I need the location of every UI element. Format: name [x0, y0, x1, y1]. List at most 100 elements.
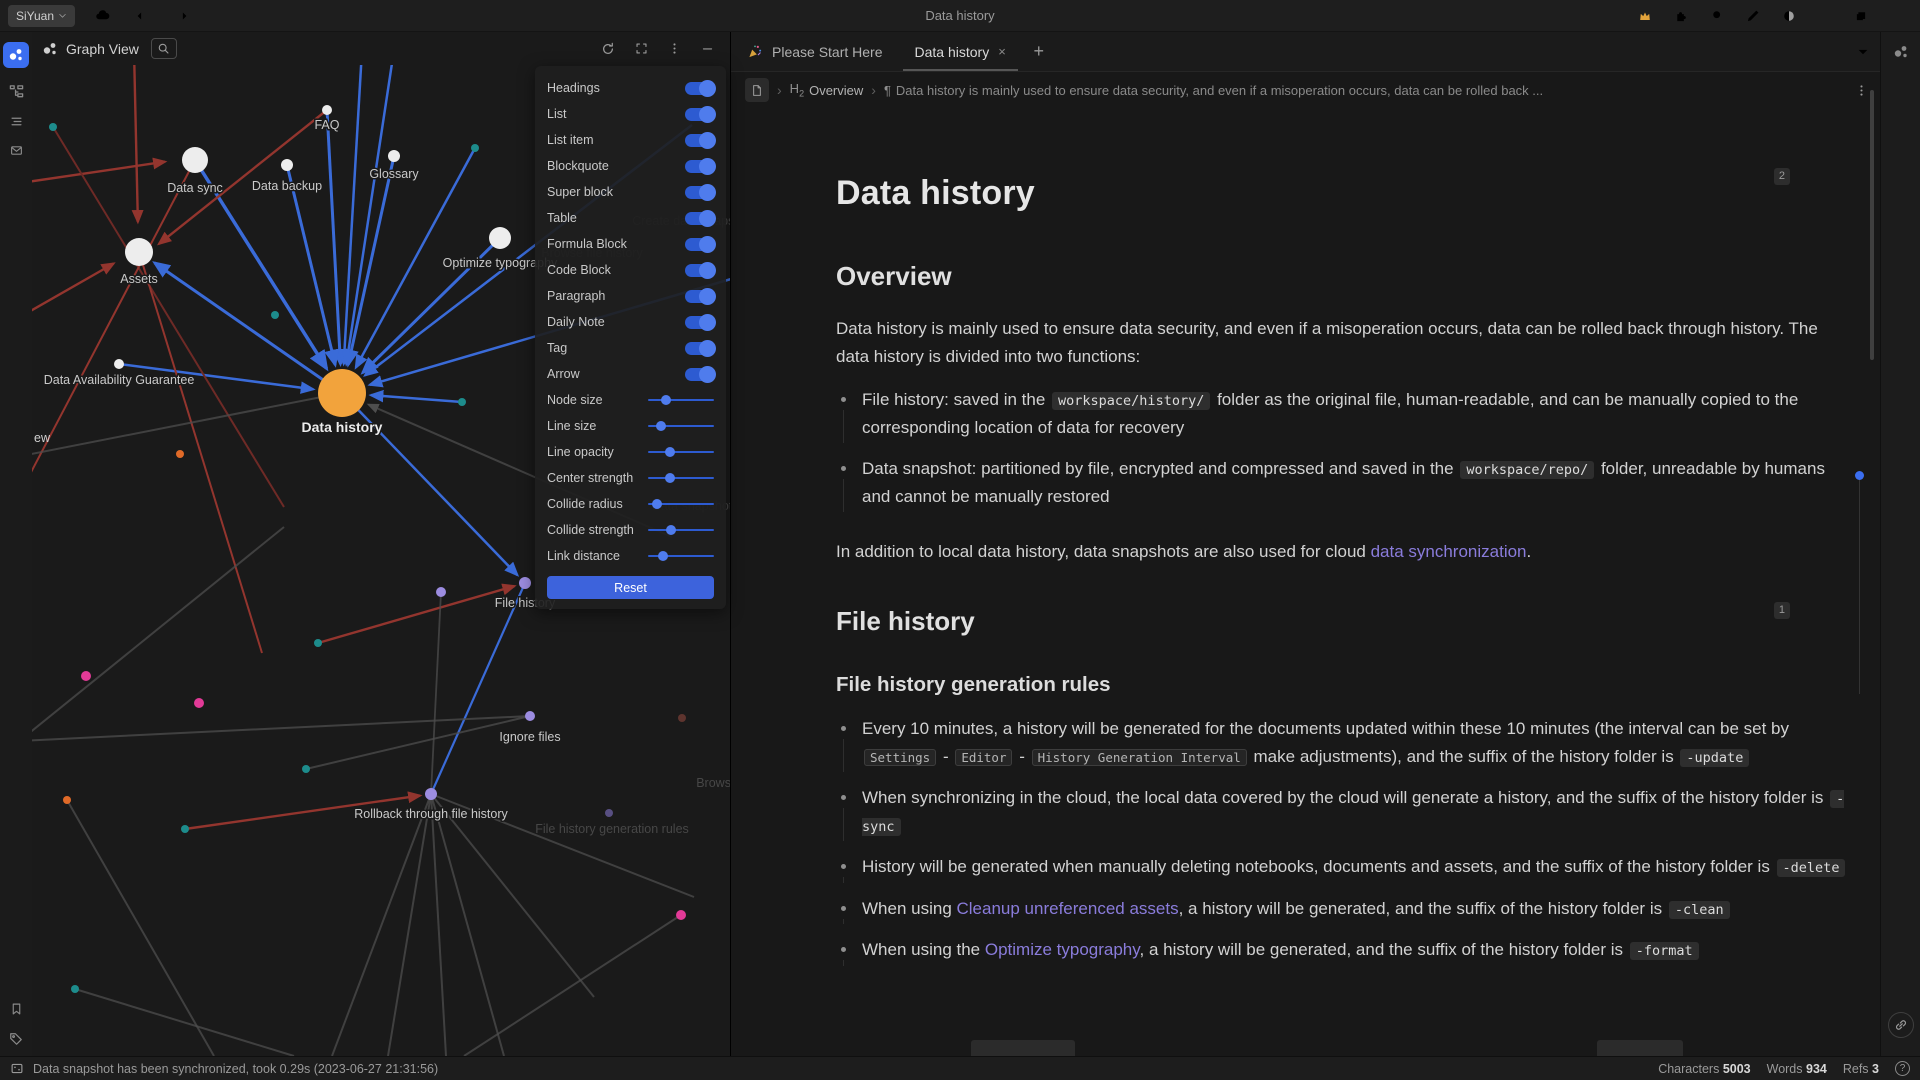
tab-data-history[interactable]: Data history× [899, 32, 1022, 71]
toggle-code-block[interactable] [685, 264, 714, 277]
graph-node-data-sync[interactable] [182, 147, 208, 173]
siyuan-menu-button[interactable]: SiYuan [8, 5, 75, 27]
forward-button[interactable] [169, 4, 195, 28]
graph-node-o2[interactable] [63, 796, 71, 804]
graph-node-t8[interactable] [71, 985, 79, 993]
graph-search-button[interactable] [151, 38, 177, 59]
new-tab-button[interactable]: + [1022, 32, 1056, 71]
graph-node-rd[interactable] [678, 714, 686, 722]
graph-node-t7[interactable] [181, 825, 189, 833]
doc-list-item[interactable]: Every 10 minutes, a history will be gene… [836, 715, 1848, 770]
reset-button[interactable]: Reset [547, 576, 714, 599]
tab-please-start-here[interactable]: Please Start Here [731, 32, 899, 71]
graph-node-ig[interactable] [525, 711, 535, 721]
breadcrumb-more-button[interactable] [1855, 84, 1868, 97]
toggle-list-item[interactable] [685, 134, 714, 147]
slider-knob[interactable] [658, 551, 668, 561]
graph-more-button[interactable] [668, 42, 681, 55]
slider-line-size[interactable] [648, 419, 714, 433]
graph-node-t3[interactable] [271, 311, 279, 319]
document-area[interactable]: Data history2 Overview Data history is mai… [731, 108, 1880, 1056]
toggle-table[interactable] [685, 212, 714, 225]
window-minimize-button[interactable] [1812, 4, 1838, 28]
dock-item-inbox[interactable] [9, 144, 24, 157]
dock-item-bookmark[interactable] [10, 1002, 23, 1016]
toggle-arrow[interactable] [685, 368, 714, 381]
graph-node-t1[interactable] [49, 123, 57, 131]
graph-refresh-button[interactable] [601, 42, 615, 56]
doc-link[interactable]: Optimize typography [985, 940, 1140, 959]
doc-list-item[interactable]: Data snapshot: partitioned by file, encr… [836, 455, 1848, 510]
doc-heading-block[interactable]: Overview [836, 255, 1848, 297]
doc-heading-block[interactable]: File history1 [836, 600, 1848, 642]
toggle-list[interactable] [685, 108, 714, 121]
ref-count-badge[interactable]: 2 [1774, 168, 1790, 185]
graph-node-rb[interactable] [425, 788, 437, 800]
breadcrumb-item[interactable]: ¶Data history is mainly used to ensure d… [884, 83, 1543, 98]
slider-line-opacity[interactable] [648, 445, 714, 459]
plugin-icon[interactable] [1668, 4, 1694, 28]
slider-knob[interactable] [656, 421, 666, 431]
slider-knob[interactable] [666, 525, 676, 535]
doc-paragraph-block[interactable]: In addition to local data history, data … [836, 538, 1848, 566]
graph-node-o1[interactable] [176, 450, 184, 458]
document-icon[interactable] [745, 78, 769, 102]
doc-heading-block[interactable]: File history generation rules [836, 668, 1848, 701]
doc-list-item[interactable]: When synchronizing in the cloud, the loc… [836, 784, 1848, 839]
graph-node-p1[interactable] [81, 671, 91, 681]
slider-collide-radius[interactable] [648, 497, 714, 511]
global-search-icon[interactable] [1704, 4, 1730, 28]
slider-center-strength[interactable] [648, 471, 714, 485]
toggle-formula-block[interactable] [685, 238, 714, 251]
slider-knob[interactable] [665, 473, 675, 483]
slider-node-size[interactable] [648, 393, 714, 407]
graph-node-faq[interactable] [322, 105, 332, 115]
doc-list-item[interactable]: History will be generated when manually … [836, 853, 1848, 881]
slider-knob[interactable] [652, 499, 662, 509]
slider-knob[interactable] [661, 395, 671, 405]
doc-heading-block[interactable]: Data history2 [836, 166, 1848, 221]
tab-close-button[interactable]: × [998, 44, 1006, 59]
graph-node-optimize[interactable] [489, 227, 511, 249]
theme-icon[interactable] [1776, 4, 1802, 28]
toggle-paragraph[interactable] [685, 290, 714, 303]
graph-node-p2[interactable] [194, 698, 204, 708]
dock-item-outline[interactable] [9, 115, 24, 128]
dock-item-graph[interactable] [3, 42, 29, 68]
doc-link[interactable]: Cleanup unreferenced assets [957, 899, 1179, 918]
graph-node-dag[interactable] [114, 359, 124, 369]
graph-node-t4[interactable] [458, 398, 466, 406]
scroll-indicator-dot[interactable] [1855, 471, 1864, 480]
doc-list-item[interactable]: When using the Optimize typography, a hi… [836, 936, 1848, 964]
doc-paragraph-block[interactable]: Data history is mainly used to ensure da… [836, 315, 1848, 370]
tab-list-chevron-button[interactable] [1856, 32, 1870, 71]
dock-item-tag[interactable] [9, 1032, 23, 1046]
slider-collide-strength[interactable] [648, 523, 714, 537]
graph-node-fh[interactable] [519, 577, 531, 589]
backlink-button[interactable] [1888, 1012, 1914, 1038]
graph-node-p3[interactable] [676, 910, 686, 920]
graph-node-t6[interactable] [302, 765, 310, 773]
crown-icon[interactable] [1632, 4, 1658, 28]
graph-node-dh[interactable] [318, 369, 366, 417]
graph-fullscreen-button[interactable] [635, 42, 648, 55]
toggle-blockquote[interactable] [685, 160, 714, 173]
help-button[interactable]: ? [1895, 1061, 1910, 1076]
toggle-headings[interactable] [685, 82, 714, 95]
doc-list-item[interactable]: When using Cleanup unreferenced assets, … [836, 895, 1848, 923]
doc-list-item[interactable]: File history: saved in the workspace/his… [836, 386, 1848, 441]
graph-node-pd[interactable] [605, 809, 613, 817]
cloud-sync-icon[interactable] [89, 4, 115, 28]
graph-collapse-button[interactable] [701, 42, 714, 55]
breadcrumb-item[interactable]: H2Overview [790, 81, 864, 99]
editor-scrollbar-thumb[interactable] [1870, 90, 1874, 360]
graph-node-glossary[interactable] [388, 150, 400, 162]
ref-count-badge[interactable]: 1 [1774, 602, 1790, 619]
window-close-button[interactable] [1884, 4, 1910, 28]
graph-node-ps[interactable] [436, 587, 446, 597]
graph-node-t2[interactable] [471, 144, 479, 152]
toggle-super-block[interactable] [685, 186, 714, 199]
graph-dock-icon[interactable] [1893, 44, 1909, 60]
back-button[interactable] [129, 4, 155, 28]
edit-mode-icon[interactable] [1740, 4, 1766, 28]
